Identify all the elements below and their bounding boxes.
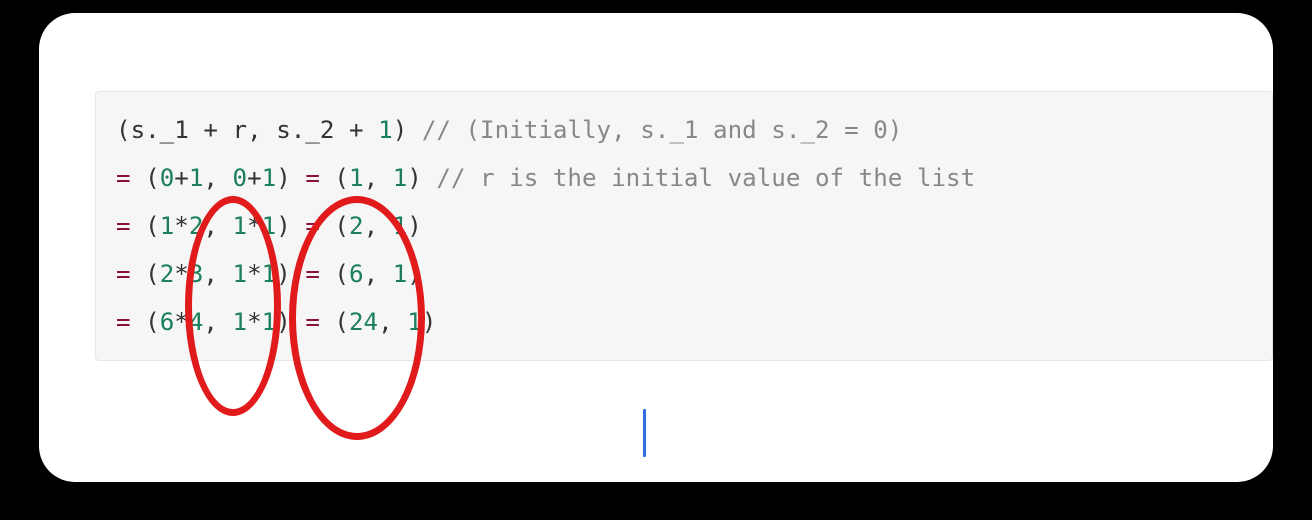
code-token: 0 bbox=[160, 164, 175, 192]
code-token bbox=[364, 116, 379, 144]
code-token: , bbox=[247, 116, 276, 144]
code-token: 1 bbox=[262, 260, 277, 288]
code-line: = (1*2, 1*1) = (2, 1) bbox=[116, 202, 1252, 250]
code-token: ( bbox=[320, 308, 349, 336]
code-token: 24 bbox=[349, 308, 378, 336]
code-token: ) bbox=[276, 308, 305, 336]
code-token: 1 bbox=[233, 212, 248, 240]
code-token: r bbox=[218, 116, 247, 144]
code-token: + bbox=[349, 116, 364, 144]
code-token: 2 bbox=[349, 212, 364, 240]
code-token: 1 bbox=[189, 164, 204, 192]
code-token: s._1 bbox=[131, 116, 204, 144]
code-token: , bbox=[203, 260, 232, 288]
text-cursor-caret bbox=[643, 409, 646, 457]
code-token: ( bbox=[116, 116, 131, 144]
code-token: 2 bbox=[189, 212, 204, 240]
code-token: , bbox=[203, 212, 232, 240]
code-token: + bbox=[247, 164, 262, 192]
code-token: ( bbox=[320, 260, 349, 288]
code-token: ) bbox=[276, 164, 305, 192]
code-token: = bbox=[305, 164, 320, 192]
code-token: , bbox=[364, 260, 393, 288]
code-line: = (2*3, 1*1) = (6, 1) bbox=[116, 250, 1252, 298]
code-token: ( bbox=[320, 164, 349, 192]
code-token: 1 bbox=[407, 308, 422, 336]
code-token: 3 bbox=[189, 260, 204, 288]
code-token: = bbox=[305, 308, 320, 336]
code-token: ) bbox=[407, 260, 422, 288]
code-token: 1 bbox=[262, 308, 277, 336]
code-token: s._2 bbox=[276, 116, 349, 144]
code-token: = bbox=[116, 308, 131, 336]
code-token: ) bbox=[393, 116, 422, 144]
code-token: + bbox=[174, 164, 189, 192]
code-token: ) bbox=[407, 212, 422, 240]
code-token: , bbox=[203, 308, 232, 336]
code-token: 2 bbox=[160, 260, 175, 288]
code-token: 1 bbox=[262, 212, 277, 240]
code-token: 1 bbox=[349, 164, 364, 192]
code-line: = (0+1, 0+1) = (1, 1) // r is the initia… bbox=[116, 154, 1252, 202]
code-token: , bbox=[203, 164, 232, 192]
code-token: * bbox=[247, 308, 262, 336]
code-token: = bbox=[116, 260, 131, 288]
code-token: 1 bbox=[262, 164, 277, 192]
code-token: * bbox=[174, 212, 189, 240]
code-token: 1 bbox=[233, 308, 248, 336]
code-token: + bbox=[203, 116, 218, 144]
code-token: , bbox=[364, 164, 393, 192]
code-token: // r is the initial value of the list bbox=[436, 164, 975, 192]
code-token: ( bbox=[131, 260, 160, 288]
code-block: (s._1 + r, s._2 + 1) // (Initially, s._1… bbox=[95, 91, 1273, 361]
code-token: * bbox=[247, 260, 262, 288]
code-token: 4 bbox=[189, 308, 204, 336]
code-token: * bbox=[174, 308, 189, 336]
code-token: * bbox=[174, 260, 189, 288]
code-token: 6 bbox=[349, 260, 364, 288]
code-token: ) bbox=[276, 212, 305, 240]
code-token: * bbox=[247, 212, 262, 240]
code-token: = bbox=[116, 212, 131, 240]
code-token: = bbox=[116, 164, 131, 192]
code-token: ( bbox=[131, 212, 160, 240]
code-token: ( bbox=[131, 308, 160, 336]
code-token: = bbox=[305, 212, 320, 240]
code-token: 1 bbox=[160, 212, 175, 240]
code-token: 1 bbox=[378, 116, 393, 144]
code-token: ( bbox=[131, 164, 160, 192]
code-token: 6 bbox=[160, 308, 175, 336]
code-line: (s._1 + r, s._2 + 1) // (Initially, s._1… bbox=[116, 106, 1252, 154]
code-token: 1 bbox=[233, 260, 248, 288]
code-token: // (Initially, s._1 and s._2 = 0) bbox=[422, 116, 903, 144]
code-line: = (6*4, 1*1) = (24, 1) bbox=[116, 298, 1252, 346]
code-token: ( bbox=[320, 212, 349, 240]
code-token: ) bbox=[422, 308, 437, 336]
code-token: 1 bbox=[393, 260, 408, 288]
code-token: 1 bbox=[393, 212, 408, 240]
code-token: 1 bbox=[393, 164, 408, 192]
content-card: (s._1 + r, s._2 + 1) // (Initially, s._1… bbox=[39, 13, 1273, 482]
code-token: 0 bbox=[233, 164, 248, 192]
code-token: , bbox=[378, 308, 407, 336]
code-token: = bbox=[305, 260, 320, 288]
code-token: , bbox=[364, 212, 393, 240]
code-token: ) bbox=[276, 260, 305, 288]
code-token: ) bbox=[407, 164, 436, 192]
